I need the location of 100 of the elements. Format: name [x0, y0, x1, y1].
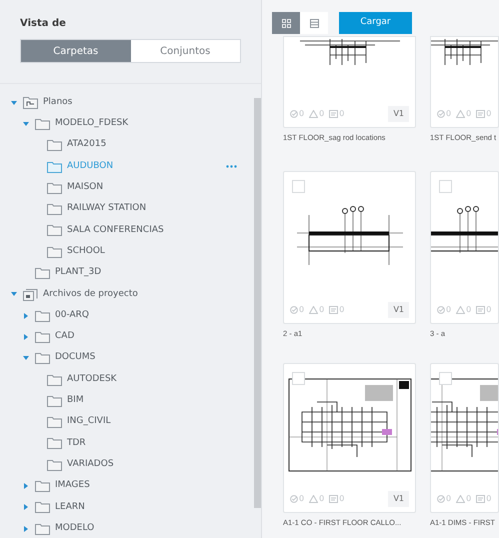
- warning-triangle-icon: [309, 495, 318, 503]
- warning-triangle-icon: [456, 110, 466, 118]
- count-label: 0: [339, 304, 344, 316]
- view-tab[interactable]: Conjuntos: [130, 40, 240, 62]
- folder-icon: [35, 330, 50, 343]
- tree-item[interactable]: DOCUMS: [55, 351, 96, 365]
- grid-view-button[interactable]: [272, 12, 300, 34]
- comment-icon: [329, 495, 338, 503]
- count-label: 0: [339, 493, 344, 505]
- folder-icon: [47, 139, 62, 152]
- count-label: 0: [299, 108, 304, 120]
- check-circle-icon: [437, 495, 445, 503]
- count-label: 0: [299, 304, 304, 316]
- count-label: 0: [339, 108, 344, 120]
- count-label: 0: [299, 493, 304, 505]
- count-label: 0: [466, 108, 472, 120]
- count-label: 0: [319, 304, 324, 316]
- card-checkbox[interactable]: [439, 180, 452, 193]
- collapsed-caret-icon[interactable]: [24, 504, 28, 510]
- folder-icon: [47, 416, 62, 428]
- tree-item[interactable]: Archivos de proyecto: [43, 288, 138, 302]
- more-options-icon[interactable]: [226, 165, 237, 168]
- panel-title: Vista de: [20, 17, 67, 31]
- check-circle-icon: [290, 110, 298, 118]
- tree-item[interactable]: TDR: [67, 436, 86, 450]
- warning-triangle-icon: [309, 306, 318, 314]
- folder-icon: [35, 310, 50, 322]
- check-circle-icon: [290, 495, 298, 503]
- comment-icon: [476, 306, 486, 314]
- collapsed-caret-icon[interactable]: [24, 526, 28, 532]
- folder-icon: [35, 267, 50, 280]
- tree-item[interactable]: VARIADOS: [67, 458, 114, 472]
- check-circle-icon: [290, 306, 298, 314]
- tree-item[interactable]: BIM: [67, 394, 84, 408]
- tree-item[interactable]: MAISON: [67, 181, 104, 195]
- tree-item[interactable]: SALA CONFERENCIAS: [67, 224, 164, 238]
- view-tab[interactable]: Carpetas: [21, 40, 130, 62]
- list-view-button[interactable]: [300, 12, 328, 34]
- folder-icon: [47, 246, 62, 258]
- expanded-caret-icon[interactable]: [23, 356, 29, 360]
- warning-triangle-icon: [309, 110, 318, 118]
- folder-icon: [47, 182, 62, 194]
- tree-item[interactable]: SCHOOL: [67, 244, 105, 258]
- folder-icon: [35, 480, 50, 492]
- collapsed-caret-icon[interactable]: [24, 334, 28, 340]
- tree-item[interactable]: IMAGES: [55, 479, 90, 493]
- count-label: 0: [446, 108, 452, 120]
- folder-icon: [47, 458, 62, 471]
- comment-icon: [329, 306, 338, 314]
- collapsed-caret-icon[interactable]: [24, 482, 28, 489]
- comment-icon: [329, 110, 338, 118]
- tree-item[interactable]: LEARN: [55, 500, 85, 514]
- file-card[interactable]: 0 0 0 V1: [283, 171, 416, 324]
- folder-icon: [47, 437, 62, 450]
- tree-item[interactable]: ATA2015: [67, 138, 106, 152]
- count-label: 0: [486, 108, 492, 120]
- tree-item[interactable]: PLANT_3D: [55, 266, 102, 280]
- upload-button[interactable]: Cargar: [339, 12, 412, 34]
- comment-icon: [476, 495, 486, 503]
- warning-triangle-icon: [456, 306, 466, 314]
- tree-item[interactable]: RAILWAY STATION: [67, 202, 146, 216]
- card-checkbox[interactable]: [292, 372, 305, 385]
- count-label: 0: [446, 304, 452, 316]
- count-label: 0: [319, 493, 324, 505]
- file-card[interactable]: 0 0 0 V1: [283, 363, 416, 513]
- count-label: 0: [486, 304, 492, 316]
- card-checkbox[interactable]: [439, 372, 452, 385]
- count-label: 0: [466, 304, 472, 316]
- tree-item[interactable]: MODELO: [55, 522, 94, 536]
- tree-item[interactable]: AUTODESK: [67, 372, 117, 386]
- tree-item[interactable]: 00-ARQ: [55, 308, 89, 322]
- folder-icon: [47, 160, 62, 173]
- folder-icon: [35, 118, 50, 130]
- expanded-caret-icon[interactable]: [23, 122, 29, 126]
- tree-item[interactable]: Planos: [43, 96, 72, 110]
- version-badge: V1: [388, 106, 409, 122]
- tree-item[interactable]: MODELO_FDESK: [55, 117, 128, 131]
- file-card[interactable]: 0 0 0 V1: [283, 36, 416, 128]
- version-badge: V1: [388, 491, 409, 507]
- folder-icon: [47, 203, 62, 216]
- expanded-caret-icon[interactable]: [11, 292, 17, 296]
- sheets-folder-icon: [23, 96, 38, 110]
- collapsed-caret-icon[interactable]: [24, 312, 28, 319]
- tree-item[interactable]: CAD: [55, 330, 74, 344]
- folder-icon: [47, 394, 62, 407]
- expanded-caret-icon[interactable]: [11, 100, 17, 105]
- folder-icon: [35, 522, 50, 535]
- version-badge: V1: [388, 302, 409, 318]
- scrollbar-thumb[interactable]: [254, 98, 260, 508]
- list-icon: [310, 18, 318, 28]
- grid-icon: [282, 18, 290, 28]
- folder-icon: [35, 501, 50, 514]
- check-circle-icon: [437, 110, 445, 118]
- count-label: 0: [466, 493, 472, 505]
- count-label: 0: [446, 493, 452, 505]
- check-circle-icon: [437, 306, 445, 314]
- count-label: 0: [319, 108, 324, 120]
- card-checkbox[interactable]: [292, 180, 305, 193]
- folder-icon: [35, 352, 50, 364]
- tree-item[interactable]: ING_CIVIL: [67, 415, 111, 429]
